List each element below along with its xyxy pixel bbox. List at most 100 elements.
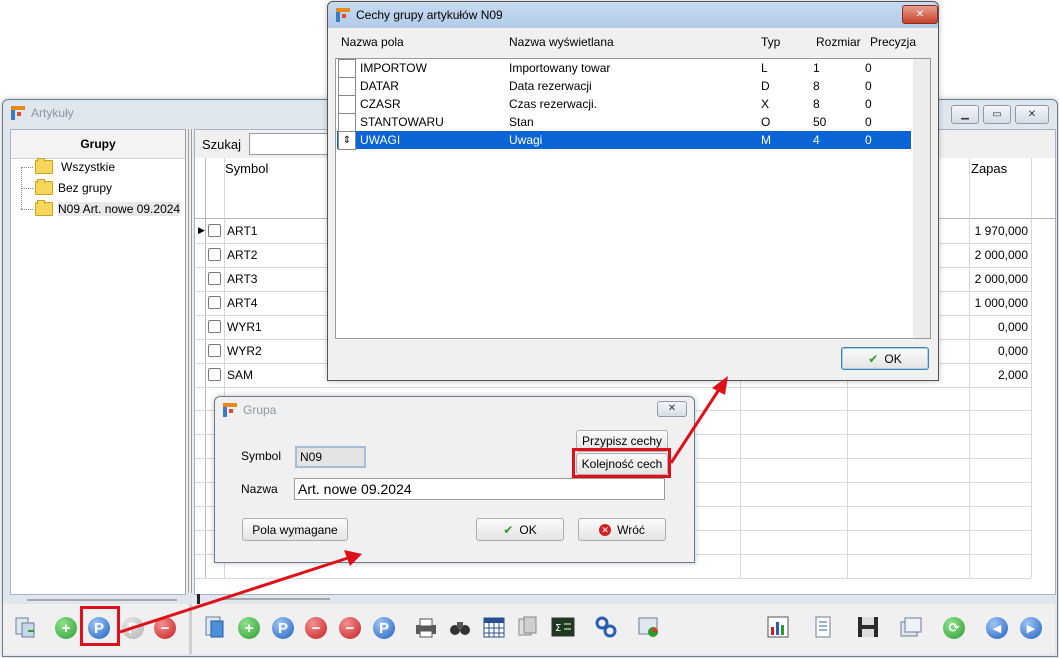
col-header-display[interactable]: Nazwa wyświetlana xyxy=(509,35,614,49)
delete-marked-icon[interactable]: − xyxy=(339,617,361,639)
toolbar-separator xyxy=(189,604,192,654)
features-vscroll[interactable] xyxy=(913,59,930,338)
back-label: Wróć xyxy=(617,522,645,537)
cell-symbol: ART4 xyxy=(227,296,258,310)
groups-hscroll[interactable] xyxy=(27,599,177,601)
document-list-icon[interactable] xyxy=(811,615,835,639)
row-checkbox[interactable] xyxy=(208,224,221,237)
col-header-type[interactable]: Typ xyxy=(761,35,780,49)
col-header-field[interactable]: Nazwa pola xyxy=(341,35,404,49)
check-icon: ✔ xyxy=(503,522,514,537)
feature-row[interactable]: DATAR Data rezerwacji D 8 0 xyxy=(337,77,911,96)
ok-label: OK xyxy=(519,522,537,537)
feature-row[interactable]: CZASR Czas rezerwacji. X 8 0 xyxy=(337,95,911,114)
close-icon[interactable]: ✕ xyxy=(657,401,687,417)
close-icon[interactable]: ✕ xyxy=(1015,105,1049,124)
group-label: Bez grupy xyxy=(58,181,113,195)
cell-zapas: 1 000,000 xyxy=(974,296,1028,310)
row-indicator xyxy=(338,113,356,132)
feature-row[interactable]: IMPORTOW Importowany towar L 1 0 xyxy=(337,59,911,78)
row-divider xyxy=(195,578,1031,579)
highlight-box-order xyxy=(572,448,671,478)
add-icon[interactable]: + xyxy=(55,617,77,639)
properties-icon[interactable]: P xyxy=(122,617,144,639)
tree-line-h1 xyxy=(21,167,33,168)
previous-icon[interactable]: ◀ xyxy=(986,617,1008,639)
cell-zapas: 1 970,000 xyxy=(974,224,1028,238)
col-header-precision[interactable]: Precyzja xyxy=(870,35,916,49)
feature-row-selected[interactable]: ⇕ UWAGI Uwagi M 4 0 xyxy=(337,131,911,150)
feature-type: X xyxy=(761,97,770,111)
add-article-icon[interactable]: + xyxy=(238,617,260,639)
calendar-icon[interactable] xyxy=(482,615,506,639)
close-icon[interactable]: ✕ xyxy=(902,5,938,24)
row-checkbox[interactable] xyxy=(208,296,221,309)
save-icon[interactable] xyxy=(856,615,880,639)
chart-window-icon[interactable] xyxy=(637,615,661,639)
settings-gears-icon[interactable] xyxy=(594,615,618,639)
refresh-icon[interactable]: ⟳ xyxy=(943,617,965,639)
grid-hscroll-track[interactable] xyxy=(218,598,330,600)
search-input[interactable] xyxy=(249,133,331,155)
check-icon: ✔ xyxy=(868,351,879,366)
feature-precision: 0 xyxy=(865,133,872,147)
delete-article-icon[interactable]: − xyxy=(305,617,327,639)
group-titlebar: Grupa xyxy=(215,397,694,423)
cell-symbol: SAM xyxy=(227,368,254,382)
group-dialog-title: Grupa xyxy=(243,403,277,417)
print-icon[interactable] xyxy=(414,615,438,639)
maximize-icon[interactable]: ▭ xyxy=(983,105,1011,124)
row-checkbox[interactable] xyxy=(208,272,221,285)
export-icon[interactable] xyxy=(14,615,38,639)
app-logo-icon xyxy=(11,106,25,120)
back-button[interactable]: ✕ Wróć xyxy=(578,518,666,541)
binoculars-icon[interactable] xyxy=(448,615,472,639)
col-divider xyxy=(1031,158,1032,578)
col-header-zapas[interactable]: Zapas xyxy=(971,161,1007,176)
group-item-no-group[interactable]: Bez grupy xyxy=(35,179,113,195)
features-dialog-title: Cechy grupy artykułów N09 xyxy=(356,8,503,22)
group-ok-button[interactable]: ✔ OK xyxy=(476,518,564,541)
delete-icon[interactable]: − xyxy=(154,617,176,639)
row-checkbox[interactable] xyxy=(208,248,221,261)
row-checkbox[interactable] xyxy=(208,320,221,333)
name-label: Nazwa xyxy=(241,482,278,496)
groups-panel: Grupy Wszystkie Bez grupy N09 Art. nowe … xyxy=(10,129,186,601)
row-checkbox[interactable] xyxy=(208,368,221,381)
edit-article-icon[interactable]: P xyxy=(272,617,294,639)
report-icon[interactable] xyxy=(766,615,790,639)
cell-symbol: WYR2 xyxy=(227,344,262,358)
splitter[interactable] xyxy=(185,129,193,593)
col-header-size[interactable]: Rozmiar xyxy=(816,35,861,49)
col-header-symbol[interactable]: Symbol xyxy=(225,161,268,176)
feature-display: Stan xyxy=(509,115,534,129)
documents-icon[interactable] xyxy=(516,615,540,639)
row-indicator xyxy=(338,77,356,96)
next-icon[interactable]: ▶ xyxy=(1020,617,1042,639)
feature-type: L xyxy=(761,61,768,75)
feature-row[interactable]: STANTOWARU Stan O 50 0 xyxy=(337,113,911,132)
minimize-icon[interactable]: ▁ xyxy=(951,105,979,124)
formula-icon[interactable]: Σ xyxy=(551,615,575,639)
row-checkbox[interactable] xyxy=(208,344,221,357)
feature-type: D xyxy=(761,79,770,93)
cell-zapas: 0,000 xyxy=(997,320,1028,334)
symbol-label: Symbol xyxy=(241,449,282,463)
windows-icon[interactable] xyxy=(899,615,923,639)
highlight-box-edit xyxy=(80,606,120,646)
properties-article-icon[interactable]: P xyxy=(373,617,395,639)
symbol-field[interactable]: N09 xyxy=(295,446,366,468)
name-field[interactable]: Art. nowe 09.2024 xyxy=(294,478,665,500)
required-fields-button[interactable]: Pola wymagane xyxy=(242,518,348,541)
features-header: Nazwa pola Nazwa wyświetlana Typ Rozmiar… xyxy=(328,28,936,56)
import-icon[interactable] xyxy=(203,615,227,639)
feature-display: Data rezerwacji xyxy=(509,79,592,93)
features-ok-button[interactable]: ✔ OK xyxy=(841,347,929,370)
feature-size: 4 xyxy=(813,133,820,147)
folder-icon xyxy=(35,200,53,216)
row-move-icon[interactable]: ⇕ xyxy=(338,131,356,150)
group-item-n09[interactable]: N09 Art. nowe 09.2024 xyxy=(35,200,181,216)
features-titlebar: Cechy grupy artykułów N09 xyxy=(328,2,938,28)
group-item-all[interactable]: Wszystkie xyxy=(35,158,115,174)
folder-icon xyxy=(35,158,53,174)
